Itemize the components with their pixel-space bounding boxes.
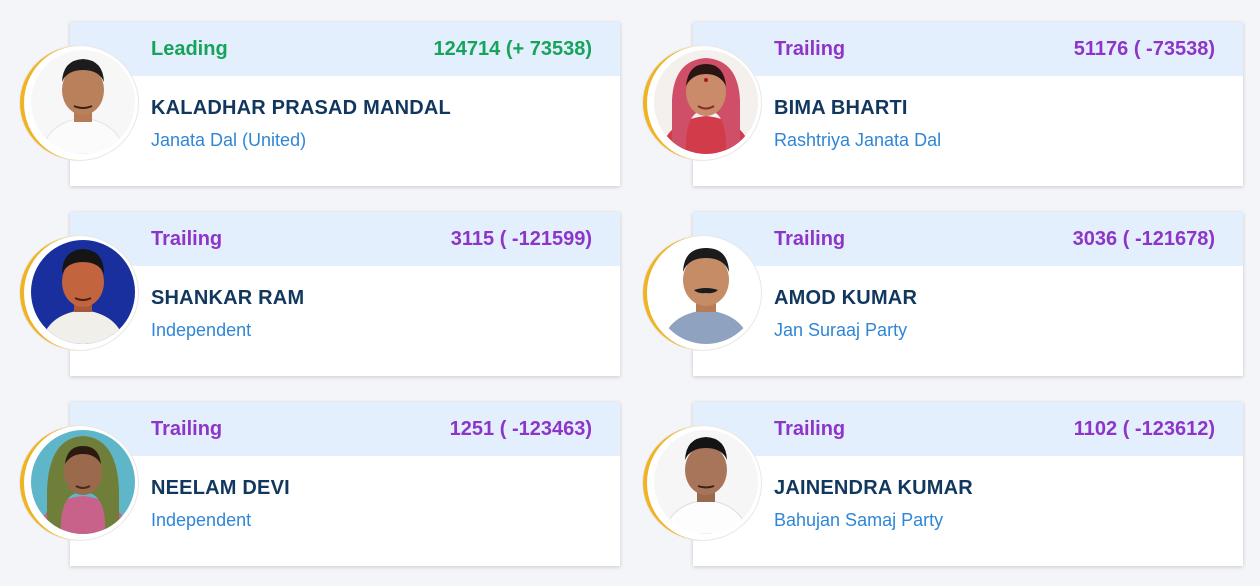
- candidate-photo: [654, 50, 758, 154]
- vote-count: 3036 ( -121678): [1072, 227, 1215, 250]
- card-header: Trailing 3115 ( -121599): [70, 212, 620, 266]
- party-name: Rashtriya Janata Dal: [774, 130, 942, 150]
- candidate-card[interactable]: Leading 124714 (+ 73538) KALADHAR PRASAD…: [70, 22, 620, 186]
- card-body: KALADHAR PRASAD MANDAL Janata Dal (Unite…: [70, 76, 620, 152]
- candidate-name: SHANKAR RAM: [151, 287, 305, 309]
- avatar: [20, 46, 138, 160]
- card-header: Trailing 51176 ( -73538): [693, 22, 1243, 76]
- status-label: Trailing: [774, 227, 846, 250]
- status-label: Trailing: [774, 417, 846, 440]
- avatar: [643, 236, 761, 350]
- party-name: Bahujan Samaj Party: [774, 510, 944, 530]
- candidate-card[interactable]: Trailing 51176 ( -73538) BIMA BHARTI Ras…: [693, 22, 1243, 186]
- status-label: Trailing: [774, 37, 846, 60]
- candidate-card[interactable]: Trailing 3036 ( -121678) AMOD KUMAR Jan …: [693, 212, 1243, 376]
- candidate-photo: [31, 430, 135, 534]
- card-header: Trailing 1102 ( -123612): [693, 402, 1243, 456]
- vote-count: 1251 ( -123463): [449, 417, 592, 440]
- party-name: Independent: [151, 510, 252, 530]
- candidate-photo: [31, 240, 135, 344]
- candidate-name: NEELAM DEVI: [151, 477, 290, 499]
- status-label: Trailing: [151, 227, 223, 250]
- candidate-card[interactable]: Trailing 1251 ( -123463) NEELAM DEVI Ind…: [70, 402, 620, 566]
- card-body: SHANKAR RAM Independent: [70, 266, 620, 342]
- card-body: AMOD KUMAR Jan Suraaj Party: [693, 266, 1243, 342]
- candidate-photo: [31, 50, 135, 154]
- vote-count: 124714 (+ 73538): [433, 37, 592, 60]
- card-body: JAINENDRA KUMAR Bahujan Samaj Party: [693, 456, 1243, 532]
- candidate-photo: [654, 430, 758, 534]
- party-name: Independent: [151, 320, 252, 340]
- vote-count: 3115 ( -121599): [450, 227, 592, 250]
- card-body: BIMA BHARTI Rashtriya Janata Dal: [693, 76, 1243, 152]
- avatar: [20, 236, 138, 350]
- party-name: Janata Dal (United): [151, 130, 307, 150]
- card-header: Leading 124714 (+ 73538): [70, 22, 620, 76]
- candidate-name: AMOD KUMAR: [774, 287, 918, 309]
- card-body: NEELAM DEVI Independent: [70, 456, 620, 532]
- avatar: [643, 46, 761, 160]
- party-name: Jan Suraaj Party: [774, 320, 908, 340]
- candidate-photo: [654, 240, 758, 344]
- avatar: [20, 426, 138, 540]
- status-label: Leading: [151, 37, 228, 60]
- vote-count: 1102 ( -123612): [1073, 417, 1215, 440]
- avatar: [643, 426, 761, 540]
- candidate-name: BIMA BHARTI: [774, 97, 908, 119]
- candidate-card[interactable]: Trailing 3115 ( -121599) SHANKAR RAM Ind…: [70, 212, 620, 376]
- candidate-card[interactable]: Trailing 1102 ( -123612) JAINENDRA KUMAR…: [693, 402, 1243, 566]
- candidate-name: KALADHAR PRASAD MANDAL: [151, 97, 451, 119]
- card-header: Trailing 1251 ( -123463): [70, 402, 620, 456]
- candidate-name: JAINENDRA KUMAR: [774, 477, 973, 499]
- card-header: Trailing 3036 ( -121678): [693, 212, 1243, 266]
- vote-count: 51176 ( -73538): [1073, 37, 1215, 60]
- status-label: Trailing: [151, 417, 223, 440]
